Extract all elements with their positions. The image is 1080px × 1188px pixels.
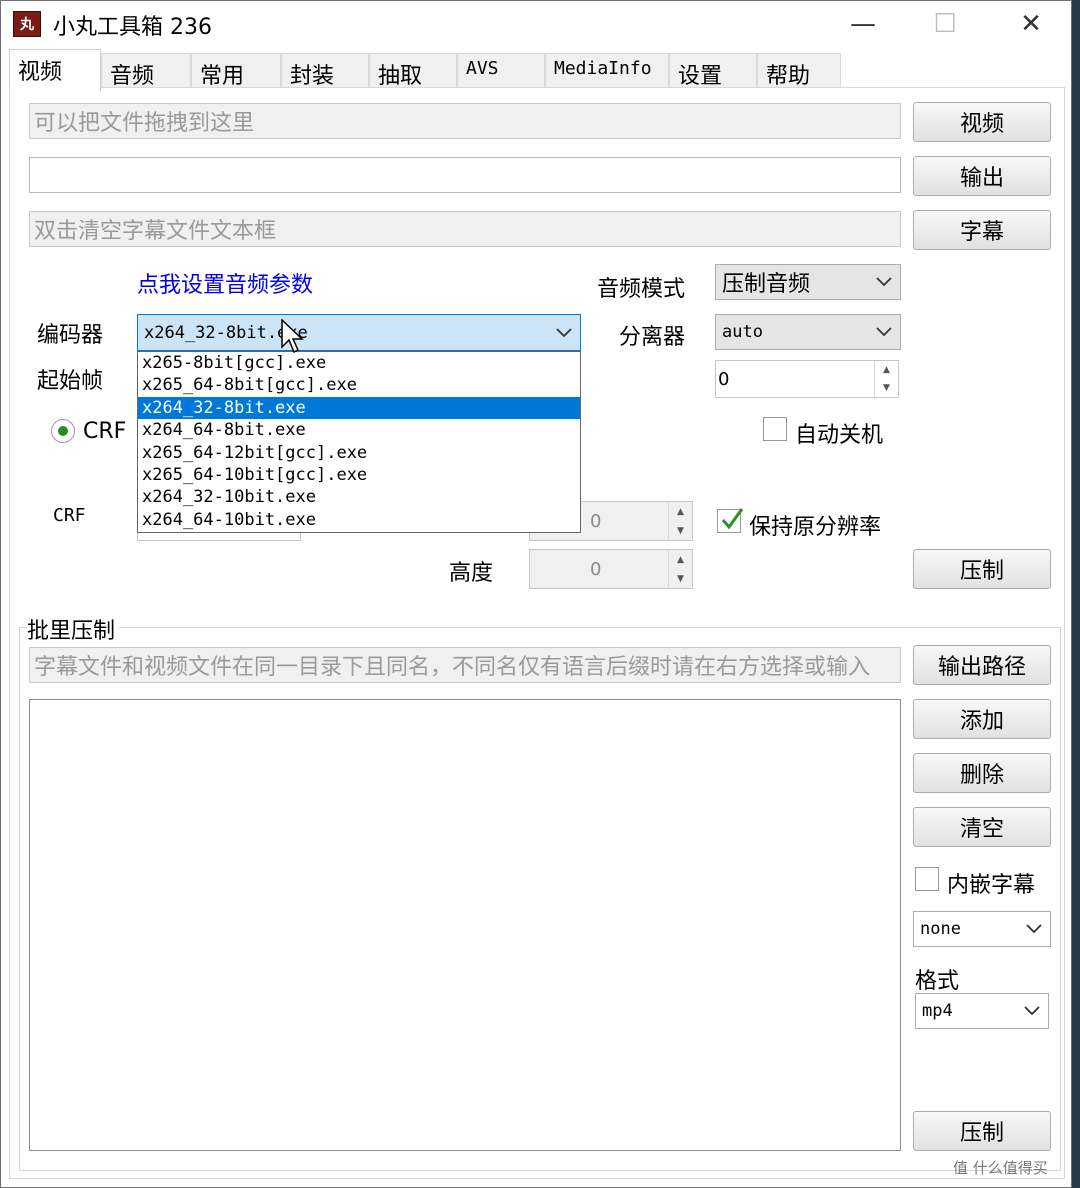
- format-value: mp4: [922, 1001, 953, 1021]
- audio-params-link[interactable]: 点我设置音频参数: [137, 267, 313, 299]
- mouse-cursor-icon: [281, 319, 304, 354]
- encoder-option[interactable]: x265_64-12bit[gcc].exe: [138, 442, 580, 464]
- batch-encode-button[interactable]: 压制: [913, 1111, 1051, 1151]
- audio-mode-value: 压制音频: [722, 272, 811, 297]
- spin-down-icon[interactable]: ▼: [669, 569, 692, 588]
- video-file-input[interactable]: 可以把文件拖拽到这里: [29, 103, 901, 139]
- embed-subtitle-checkbox[interactable]: [915, 867, 939, 891]
- chevron-down-icon: [1024, 1006, 1040, 1016]
- encoder-label: 编码器: [37, 323, 104, 348]
- add-button[interactable]: 添加: [913, 699, 1051, 739]
- encoder-option[interactable]: x264_32-8bit.exe: [138, 396, 580, 420]
- crf-label: CRF: [53, 505, 86, 526]
- spinner-arrows[interactable]: ▲ ▼: [874, 361, 898, 397]
- demuxer-select[interactable]: auto: [715, 314, 901, 350]
- output-file-input[interactable]: [29, 157, 901, 193]
- encoder-dropdown-list[interactable]: x265-8bit[gcc].exe x265_64-8bit[gcc].exe x…: [137, 351, 581, 533]
- window-title: 小丸工具箱 236: [53, 15, 212, 40]
- close-button[interactable]: ✕: [985, 1, 1077, 47]
- encoder-option[interactable]: x265-8bit[gcc].exe: [138, 352, 580, 374]
- spin-up-icon[interactable]: ▲: [669, 550, 692, 569]
- auto-shutdown-label: 自动关机: [795, 423, 884, 448]
- tab-audio[interactable]: 音频: [101, 53, 191, 89]
- encode-button[interactable]: 压制: [913, 549, 1051, 589]
- title-bar: 丸 小丸工具箱 236 — ☐ ✕: [1, 1, 1071, 47]
- format-label: 格式: [915, 969, 960, 994]
- tab-avs[interactable]: AVS: [457, 53, 545, 89]
- video-button[interactable]: 视频: [913, 102, 1051, 142]
- start-frame-value: 0: [718, 368, 730, 390]
- spin-down-icon[interactable]: ▼: [875, 379, 898, 397]
- encoder-option[interactable]: x265_64-8bit[gcc].exe: [138, 374, 580, 396]
- radio-dot: [58, 426, 68, 436]
- maximize-button[interactable]: ☐: [899, 1, 991, 47]
- clear-button[interactable]: 清空: [913, 807, 1051, 847]
- check-icon: [721, 508, 744, 530]
- chevron-down-icon: [1026, 924, 1042, 934]
- spinner-arrows[interactable]: ▲ ▼: [668, 550, 692, 588]
- chevron-down-icon: [556, 327, 572, 337]
- start-frame-label: 起始帧: [37, 369, 104, 394]
- audio-mode-select[interactable]: 压制音频: [715, 264, 901, 300]
- output-button[interactable]: 输出: [913, 156, 1051, 196]
- demuxer-value: auto: [722, 322, 763, 342]
- subtitle-file-input[interactable]: 双击清空字幕文件文本框: [29, 211, 901, 247]
- tab-common[interactable]: 常用: [191, 53, 281, 89]
- tab-help[interactable]: 帮助: [757, 53, 841, 89]
- spin-up-icon[interactable]: ▲: [669, 502, 692, 521]
- height-value: 0: [590, 558, 602, 580]
- spin-up-icon[interactable]: ▲: [875, 361, 898, 379]
- start-frame-spinner[interactable]: 0 ▲ ▼: [715, 360, 899, 398]
- output-path-button[interactable]: 输出路径: [913, 645, 1051, 685]
- batch-file-list[interactable]: [29, 699, 901, 1151]
- batch-hint-input[interactable]: 字幕文件和视频文件在同一目录下且同名，不同名仅有语言后缀时请在右方选择或输入: [29, 647, 901, 683]
- watermark-text: 值 什么值得买: [953, 1159, 1048, 1177]
- height-label: 高度: [449, 561, 494, 586]
- subtitle-button[interactable]: 字幕: [913, 210, 1051, 250]
- app-icon: 丸: [13, 11, 41, 37]
- keep-resolution-checkbox[interactable]: [717, 508, 744, 533]
- spin-down-icon[interactable]: ▼: [669, 521, 692, 540]
- crf-radio-label: CRF: [83, 419, 127, 444]
- tab-settings[interactable]: 设置: [669, 53, 757, 89]
- width-value: 0: [590, 510, 602, 532]
- encoder-option[interactable]: x264_64-10bit.exe: [138, 509, 580, 531]
- subtitle-language-select[interactable]: none: [913, 911, 1051, 947]
- tab-mediainfo[interactable]: MediaInfo: [545, 53, 669, 89]
- tab-extract[interactable]: 抽取: [369, 53, 457, 89]
- encoder-select[interactable]: x264_32-8bit.exe: [137, 314, 581, 351]
- height-spinner[interactable]: 0 ▲ ▼: [529, 549, 693, 589]
- format-select[interactable]: mp4: [915, 993, 1049, 1029]
- tab-mux[interactable]: 封装: [281, 53, 369, 89]
- spinner-arrows[interactable]: ▲ ▼: [668, 502, 692, 540]
- chevron-down-icon: [876, 327, 892, 337]
- minimize-button[interactable]: —: [817, 1, 909, 47]
- delete-button[interactable]: 删除: [913, 753, 1051, 793]
- keep-resolution-label: 保持原分辨率: [749, 515, 882, 540]
- crf-radio[interactable]: [51, 419, 75, 443]
- encoder-option[interactable]: x265_64-10bit[gcc].exe: [138, 464, 580, 486]
- demuxer-label: 分离器: [619, 325, 686, 350]
- encoder-option[interactable]: x264_64-8bit.exe: [138, 419, 580, 441]
- subtitle-language-value: none: [920, 919, 961, 939]
- tab-video[interactable]: 视频: [9, 49, 101, 91]
- encoder-option[interactable]: x264_32-10bit.exe: [138, 486, 580, 508]
- audio-mode-label: 音频模式: [597, 277, 686, 302]
- embed-subtitle-label: 内嵌字幕: [947, 873, 1036, 898]
- auto-shutdown-checkbox[interactable]: [763, 417, 787, 441]
- batch-group-label: 批里压制: [27, 613, 120, 645]
- app-window: 丸 小丸工具箱 236 — ☐ ✕ 视频 音频 常用 封装 抽取 AVS Med…: [0, 0, 1072, 1188]
- chevron-down-icon: [876, 277, 892, 287]
